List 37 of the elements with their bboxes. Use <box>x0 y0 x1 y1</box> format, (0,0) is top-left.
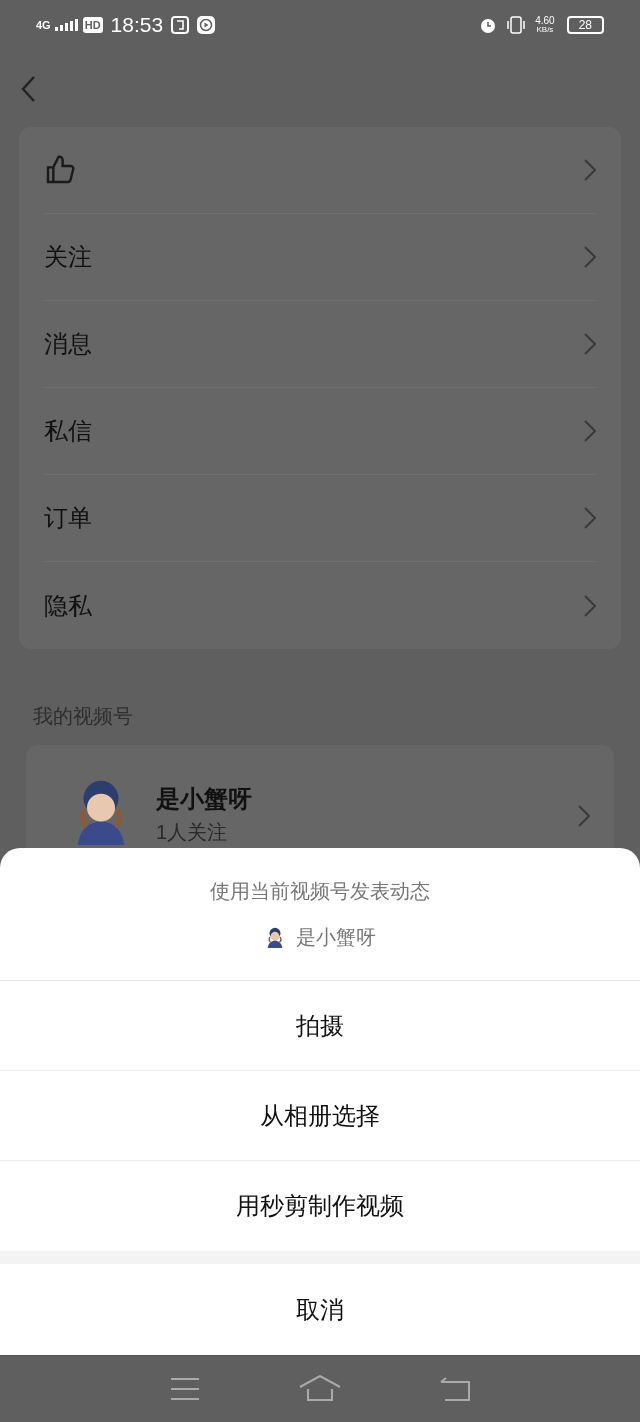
hd-badge: HD <box>82 17 103 33</box>
chevron-right-icon <box>584 159 596 181</box>
menu-label: 订单 <box>44 503 92 533</box>
follower-count: 1人关注 <box>156 821 229 843</box>
battery-indicator: 28 <box>566 16 604 34</box>
menu-label: 隐私 <box>44 590 92 621</box>
chevron-right-icon <box>584 594 596 617</box>
menu-label: 私信 <box>44 416 92 446</box>
vibrate-icon <box>505 16 528 34</box>
menu-icon[interactable] <box>169 1377 201 1401</box>
channel-name: 是小蟹呀 <box>156 785 252 813</box>
chevron-right-icon <box>584 507 596 529</box>
account-name: 是小蟹呀 <box>296 925 376 950</box>
home-icon[interactable] <box>299 1375 341 1403</box>
back-icon[interactable] <box>20 74 36 103</box>
chevron-right-icon <box>578 805 590 827</box>
signal-icon <box>54 19 79 31</box>
speed-value: 4.60 <box>535 16 555 26</box>
menu-item[interactable]: 私信 <box>44 388 596 475</box>
back-nav-icon[interactable] <box>439 1376 471 1402</box>
thumbs-up-icon <box>44 154 76 186</box>
menu-label: 关注 <box>44 242 92 272</box>
play-icon <box>197 16 216 34</box>
chevron-right-icon <box>584 420 596 442</box>
chevron-right-icon <box>584 333 596 355</box>
menu-item[interactable]: 关注 <box>44 214 596 301</box>
menu-item[interactable]: 订单 <box>44 475 596 562</box>
menu-label: 消息 <box>44 329 92 359</box>
clock-time: 18:53 <box>110 12 164 39</box>
chevron-right-icon <box>584 246 596 268</box>
sheet-title: 使用当前视频号发表动态 <box>210 879 430 904</box>
menu-item[interactable]: 消息 <box>44 301 596 388</box>
menu-item[interactable]: 隐私 <box>44 562 596 649</box>
alarm-icon <box>479 16 498 34</box>
network-label: 4G <box>36 19 51 31</box>
speed-unit: KB/s <box>536 26 554 34</box>
app-icon <box>171 16 190 34</box>
